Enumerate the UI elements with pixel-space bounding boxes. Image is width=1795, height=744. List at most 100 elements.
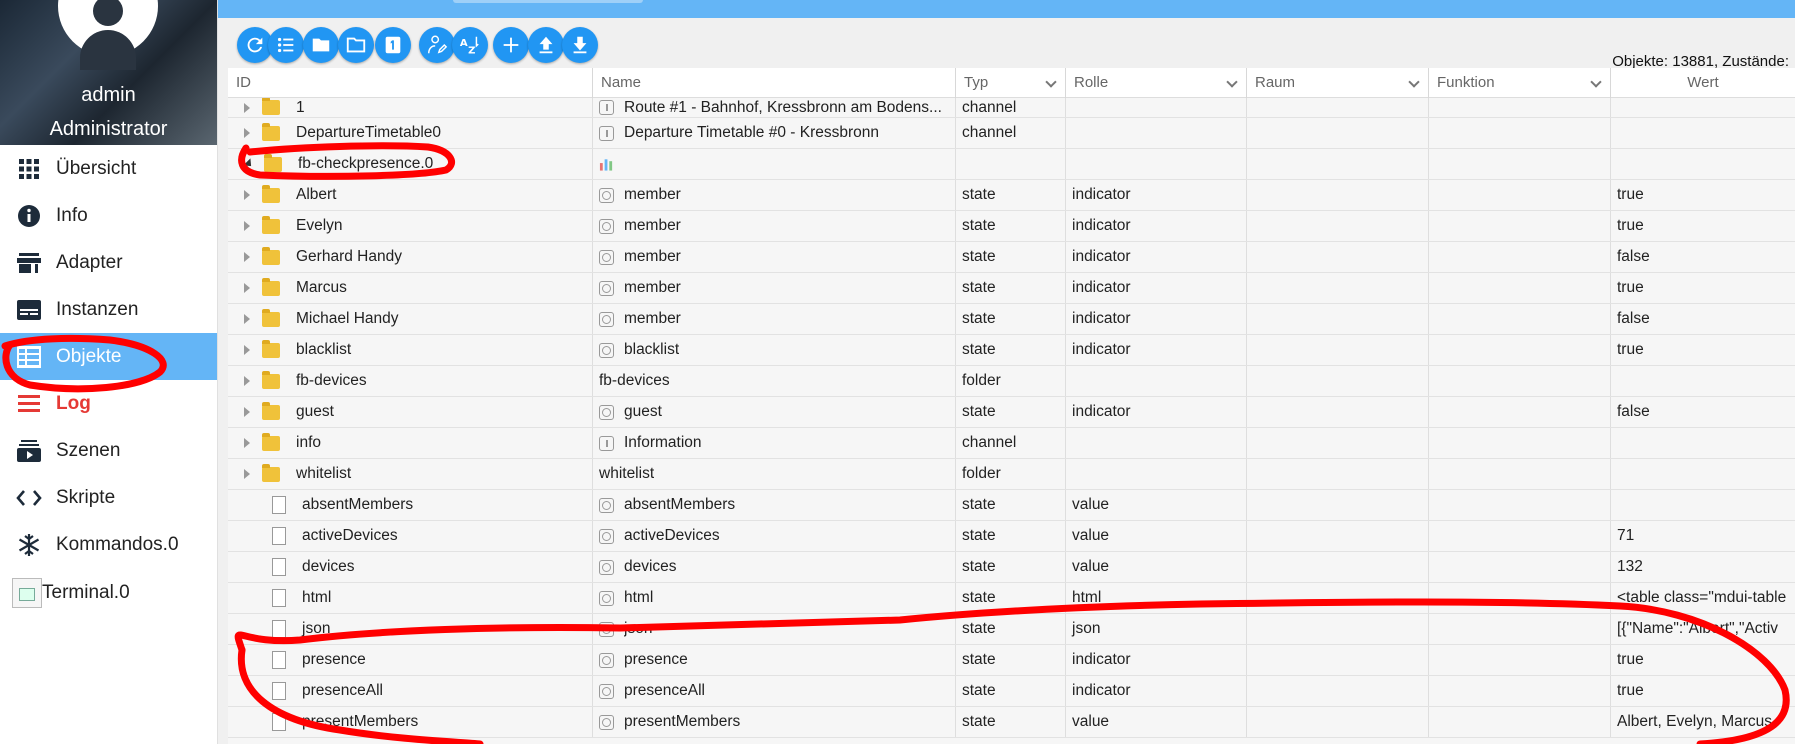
chevron-down-icon[interactable] xyxy=(1590,76,1602,88)
object-value[interactable]: true xyxy=(1611,211,1795,241)
number-one-icon xyxy=(382,34,404,56)
object-function xyxy=(1429,242,1611,272)
sort-az-button[interactable]: AZ xyxy=(452,27,488,63)
object-name: Information xyxy=(624,434,702,451)
table-row[interactable]: Gerhard Handy member state indicator false xyxy=(228,242,1795,273)
object-value[interactable] xyxy=(1611,366,1795,396)
folder-icon xyxy=(262,308,280,327)
object-value[interactable]: 132 xyxy=(1611,552,1795,582)
object-function xyxy=(1429,521,1611,551)
header-name[interactable]: Name xyxy=(593,68,956,98)
table-row[interactable]: fb-checkpresence.0 xyxy=(228,149,1795,180)
header-rolle[interactable]: Rolle xyxy=(1066,68,1247,98)
add-button[interactable] xyxy=(493,27,529,63)
expand-closed-icon[interactable] xyxy=(244,190,250,200)
header-id[interactable]: ID xyxy=(228,68,593,98)
document-icon xyxy=(272,496,286,514)
header-typ[interactable]: Typ xyxy=(956,68,1066,98)
object-value[interactable]: true xyxy=(1611,676,1795,706)
table-row[interactable]: presence presence state indicator true xyxy=(228,645,1795,676)
table-row[interactable]: Evelyn member state indicator true xyxy=(228,211,1795,242)
object-value[interactable]: 71 xyxy=(1611,521,1795,551)
expand-closed-icon[interactable] xyxy=(244,128,250,138)
object-value[interactable] xyxy=(1611,118,1795,148)
sidebar-item-skripte[interactable]: Skripte xyxy=(0,474,217,521)
table-row[interactable]: blacklist blacklist state indicator true xyxy=(228,335,1795,366)
sidebar-item-instanzen[interactable]: Instanzen xyxy=(0,286,217,333)
object-value[interactable] xyxy=(1611,98,1795,117)
sidebar-item-szenen[interactable]: Szenen xyxy=(0,427,217,474)
header-wert[interactable]: Wert xyxy=(1611,68,1795,98)
table-row[interactable]: guest guest state indicator false xyxy=(228,397,1795,428)
chevron-down-icon[interactable] xyxy=(1045,76,1057,88)
table-row[interactable]: absentMembers absentMembers state value xyxy=(228,490,1795,521)
expand-closed-icon[interactable] xyxy=(244,407,250,417)
list-button[interactable] xyxy=(268,27,304,63)
expand-open-icon[interactable] xyxy=(243,158,255,170)
object-function xyxy=(1429,459,1611,489)
state-icon xyxy=(599,559,614,575)
table-row[interactable]: whitelist whitelist folder xyxy=(228,459,1795,490)
table-row[interactable]: DepartureTimetable0 Departure Timetable #… xyxy=(228,118,1795,149)
sidebar-item-kommandos-0[interactable]: Kommandos.0 xyxy=(0,521,217,568)
chevron-down-icon[interactable] xyxy=(1408,76,1420,88)
expand-closed-icon[interactable] xyxy=(244,438,250,448)
object-value[interactable] xyxy=(1611,428,1795,458)
table-row[interactable]: Michael Handy member state indicator false xyxy=(228,304,1795,335)
table-row[interactable]: fb-devices fb-devices folder xyxy=(228,366,1795,397)
object-value[interactable] xyxy=(1611,149,1795,179)
table-row[interactable]: presentMembers presentMembers state value Al… xyxy=(228,707,1795,738)
header-raum[interactable]: Raum xyxy=(1247,68,1429,98)
sidebar-item-objekte[interactable]: Objekte xyxy=(0,333,217,380)
expand-closed-icon[interactable] xyxy=(244,102,250,113)
object-value[interactable]: true xyxy=(1611,273,1795,303)
object-id: fb-checkpresence.0 xyxy=(298,155,434,172)
expand-closed-icon[interactable] xyxy=(244,376,250,386)
object-value[interactable]: false xyxy=(1611,242,1795,272)
cell-name: Information xyxy=(593,428,956,458)
object-value[interactable]: [{"Name":"Albert","Activ xyxy=(1611,614,1795,644)
object-value[interactable] xyxy=(1611,459,1795,489)
table-row[interactable]: presenceAll presenceAll state indicator true xyxy=(228,676,1795,707)
object-value[interactable]: true xyxy=(1611,645,1795,675)
number-one-button[interactable] xyxy=(375,27,411,63)
object-value[interactable]: Albert, Evelyn, Marcus xyxy=(1611,707,1795,737)
object-value[interactable]: <table class="mdui-table xyxy=(1611,583,1795,613)
upload-button[interactable] xyxy=(528,27,564,63)
table-row[interactable]: Albert member state indicator true xyxy=(228,180,1795,211)
folder-button[interactable] xyxy=(303,27,339,63)
object-room xyxy=(1247,149,1429,179)
expand-closed-icon[interactable] xyxy=(244,314,250,324)
expand-closed-icon[interactable] xyxy=(244,221,250,231)
object-value[interactable]: true xyxy=(1611,180,1795,210)
search-field[interactable] xyxy=(453,0,643,3)
chevron-down-icon[interactable] xyxy=(1226,76,1238,88)
sidebar-item-log[interactable]: Log xyxy=(0,380,217,427)
table-row[interactable]: html html state html <table class="mdui-tabl… xyxy=(228,583,1795,614)
object-role: value xyxy=(1066,707,1247,737)
person-edit-button[interactable] xyxy=(419,27,455,63)
expand-closed-icon[interactable] xyxy=(244,252,250,262)
sidebar-item--bersicht[interactable]: Übersicht xyxy=(0,145,217,192)
sidebar-item-adapter[interactable]: Adapter xyxy=(0,239,217,286)
table-row[interactable]: Marcus member state indicator true xyxy=(228,273,1795,304)
object-value[interactable] xyxy=(1611,490,1795,520)
sidebar-item-info[interactable]: Info xyxy=(0,192,217,239)
sidebar-item-terminal-0[interactable]: Terminal.0 xyxy=(0,568,217,617)
table-row[interactable]: info Information channel xyxy=(228,428,1795,459)
object-value[interactable]: false xyxy=(1611,397,1795,427)
table-row[interactable]: 1 Route #1 - Bahnhof, Kressbronn am Boden… xyxy=(228,98,1795,118)
table-row[interactable]: devices devices state value 132 xyxy=(228,552,1795,583)
download-button[interactable] xyxy=(562,27,598,63)
object-value[interactable]: true xyxy=(1611,335,1795,365)
object-function xyxy=(1429,118,1611,148)
folder-outline-button[interactable] xyxy=(338,27,374,63)
header-funktion[interactable]: Funktion xyxy=(1429,68,1611,98)
table-row[interactable]: json json state json [{"Name":"Albert","Acti… xyxy=(228,614,1795,645)
expand-closed-icon[interactable] xyxy=(244,283,250,293)
top-bar xyxy=(218,0,1795,18)
expand-closed-icon[interactable] xyxy=(244,469,250,479)
object-value[interactable]: false xyxy=(1611,304,1795,334)
expand-closed-icon[interactable] xyxy=(244,345,250,355)
table-row[interactable]: activeDevices activeDevices state value 71 xyxy=(228,521,1795,552)
